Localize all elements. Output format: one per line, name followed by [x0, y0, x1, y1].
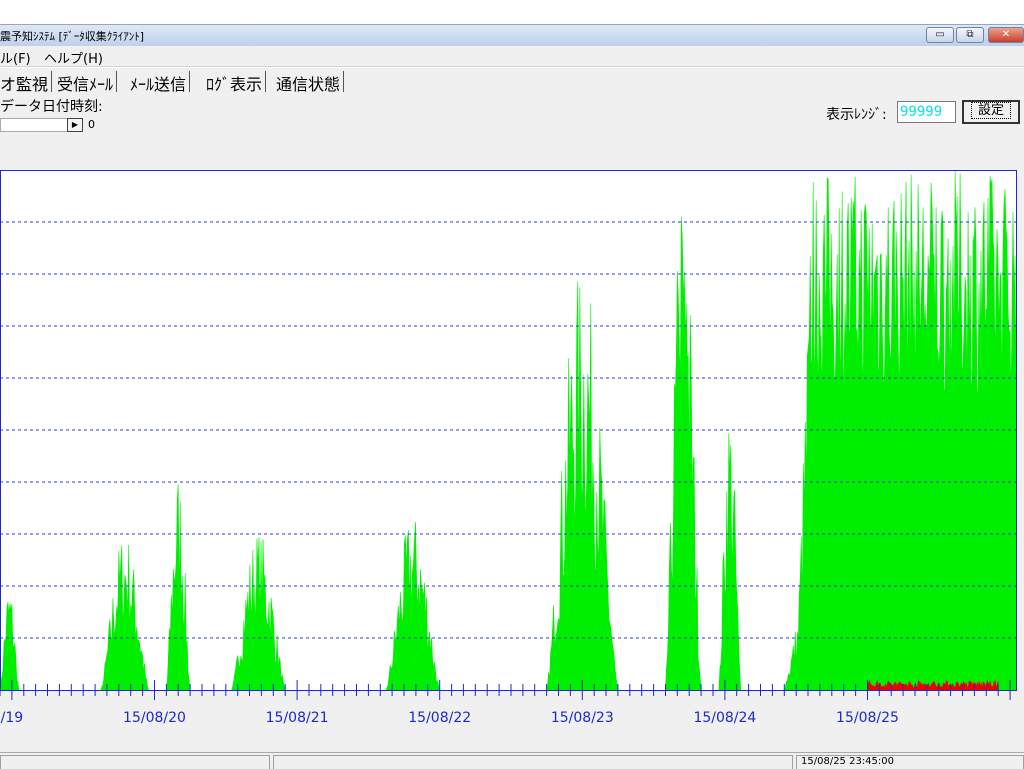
x-tick-label: /19: [1, 710, 24, 726]
toolbar: データ日付時刻: ▶ 0 表示ﾚﾝｼﾞ: 99999 設定: [0, 94, 1024, 142]
set-button[interactable]: 設定: [962, 100, 1020, 124]
x-tick-label: 15/08/25: [836, 710, 899, 726]
x-tick-label: 15/08/23: [551, 710, 614, 726]
status-cell-1: [0, 755, 270, 769]
scroll-value: 0: [88, 118, 95, 131]
tab-comm-status[interactable]: 通信状態: [273, 71, 345, 94]
x-tick-label: 15/08/21: [266, 710, 329, 726]
menu-help[interactable]: ヘルプ(H): [44, 48, 103, 67]
signal-chart: /19 15/08/20 15/08/21 15/08/22 15/08/23 15/08…: [0, 170, 1017, 726]
desktop-background: [0, 0, 1024, 24]
status-timestamp: 15/08/25 23:45:00: [796, 755, 1024, 769]
tab-log-view[interactable]: ﾛｸﾞ表示: [203, 71, 267, 94]
scroll-right-arrow-icon[interactable]: ▶: [67, 118, 83, 132]
data-datetime-label: データ日付時刻:: [0, 99, 103, 115]
status-cell-2: [273, 755, 793, 769]
x-tick-label: 15/08/24: [693, 710, 756, 726]
status-bar: 15/08/25 23:45:00: [0, 752, 1024, 769]
tab-send-mail[interactable]: ﾒｰﾙ送信: [127, 71, 191, 94]
tab-bar: オ監視 受信ﾒｰﾙ ﾒｰﾙ送信 ﾛｸﾞ表示 通信状態: [0, 68, 1024, 94]
minimize-button[interactable]: ▭: [926, 27, 954, 43]
close-button[interactable]: ✕: [988, 27, 1024, 43]
chart-panel: /19 15/08/20 15/08/21 15/08/22 15/08/23 15/08…: [0, 142, 1024, 752]
x-tick-label: 15/08/20: [123, 710, 186, 726]
set-button-label: 設定: [970, 102, 1011, 119]
display-range-input[interactable]: 99999: [897, 101, 956, 123]
time-scrollbar[interactable]: [0, 118, 68, 132]
window-titlebar[interactable]: 震予知ｼｽﾃﾑ [ﾃﾞｰﾀ収集ｸﾗｲｱﾝﾄ] ▭ ⧉ ✕: [0, 24, 1024, 46]
menu-bar: ル(F) ヘルプ(H): [0, 46, 1024, 67]
display-range-label: 表示ﾚﾝｼﾞ:: [826, 107, 887, 123]
restore-button[interactable]: ⧉: [956, 27, 984, 43]
x-tick-label: 15/08/22: [408, 710, 471, 726]
tab-monitor[interactable]: オ監視: [0, 71, 53, 94]
window-title: 震予知ｼｽﾃﾑ [ﾃﾞｰﾀ収集ｸﾗｲｱﾝﾄ]: [0, 30, 145, 43]
menu-file[interactable]: ル(F): [0, 48, 31, 67]
tab-received-mail[interactable]: 受信ﾒｰﾙ: [54, 71, 118, 94]
